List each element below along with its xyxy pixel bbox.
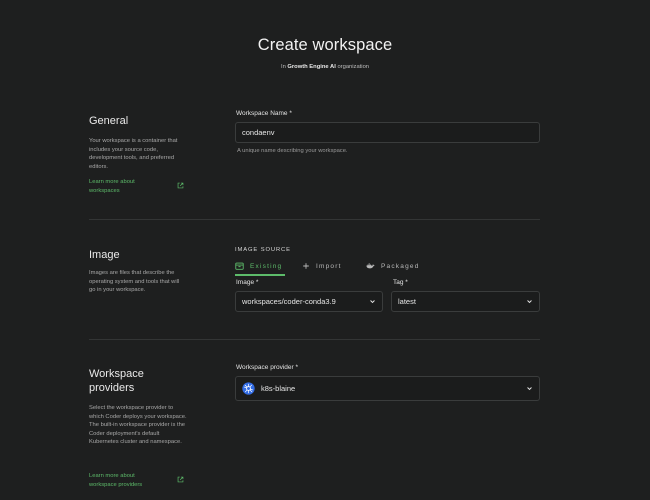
section-divider	[89, 339, 540, 340]
workspace-name-input[interactable]: condaenv	[235, 122, 540, 143]
general-section-description: Your workspace is a container that inclu…	[89, 138, 178, 170]
workspace-name-label: Workspace Name *	[236, 110, 292, 117]
tab-existing-label: Existing	[250, 262, 283, 270]
page-title: Create workspace	[257, 36, 393, 54]
chevron-down-icon	[527, 387, 532, 391]
workspace-provider-select[interactable]: k8s-blaine	[235, 376, 540, 401]
general-section-title: General	[89, 115, 129, 127]
plus-icon	[303, 263, 309, 269]
providers-section-description: Select the workspace provider to which C…	[89, 405, 187, 446]
section-divider	[89, 219, 540, 220]
chevron-down-icon	[370, 300, 375, 304]
image-select-value: workspaces/coder-conda3.9	[242, 297, 336, 306]
image-section-title: Image	[89, 249, 120, 261]
active-tab-indicator	[235, 274, 285, 276]
tab-packaged[interactable]: Packaged	[366, 258, 420, 274]
workspace-name-help: A unique name describing your workspace.	[237, 148, 348, 154]
tab-import-label: Import	[316, 262, 342, 270]
page-header: Create workspace In Growth Engine AI org…	[0, 36, 650, 70]
image-select[interactable]: workspaces/coder-conda3.9	[235, 291, 383, 312]
image-source-label: IMAGE SOURCE	[235, 247, 291, 253]
workspace-provider-value: k8s-blaine	[261, 384, 296, 393]
tab-packaged-label: Packaged	[381, 262, 420, 270]
subtitle-suffix: organization	[335, 64, 370, 70]
box-icon	[235, 262, 244, 270]
page-subtitle: In Growth Engine AI organization	[0, 64, 650, 70]
kubernetes-icon	[242, 382, 255, 395]
tag-select[interactable]: latest	[391, 291, 540, 312]
learn-more-workspaces-link[interactable]: Learn more about workspaces	[89, 178, 149, 195]
tag-label: Tag *	[393, 279, 408, 286]
image-section-description: Images are files that describe the opera…	[89, 270, 180, 294]
workspace-provider-label: Workspace provider *	[236, 364, 299, 371]
organization-name: Growth Engine AI	[287, 64, 336, 70]
learn-more-providers-link[interactable]: Learn more about workspace providers	[89, 472, 161, 489]
tag-select-value: latest	[398, 297, 416, 306]
image-label: Image *	[236, 279, 259, 286]
workspace-name-value: condaenv	[242, 128, 275, 137]
chevron-down-icon	[527, 300, 532, 304]
external-link-icon[interactable]	[177, 476, 184, 483]
external-link-icon[interactable]	[177, 182, 184, 189]
tab-existing[interactable]: Existing	[235, 258, 282, 274]
docker-icon	[366, 263, 375, 269]
providers-section-title: Workspace providers	[89, 368, 144, 394]
tab-import[interactable]: Import	[302, 258, 342, 274]
